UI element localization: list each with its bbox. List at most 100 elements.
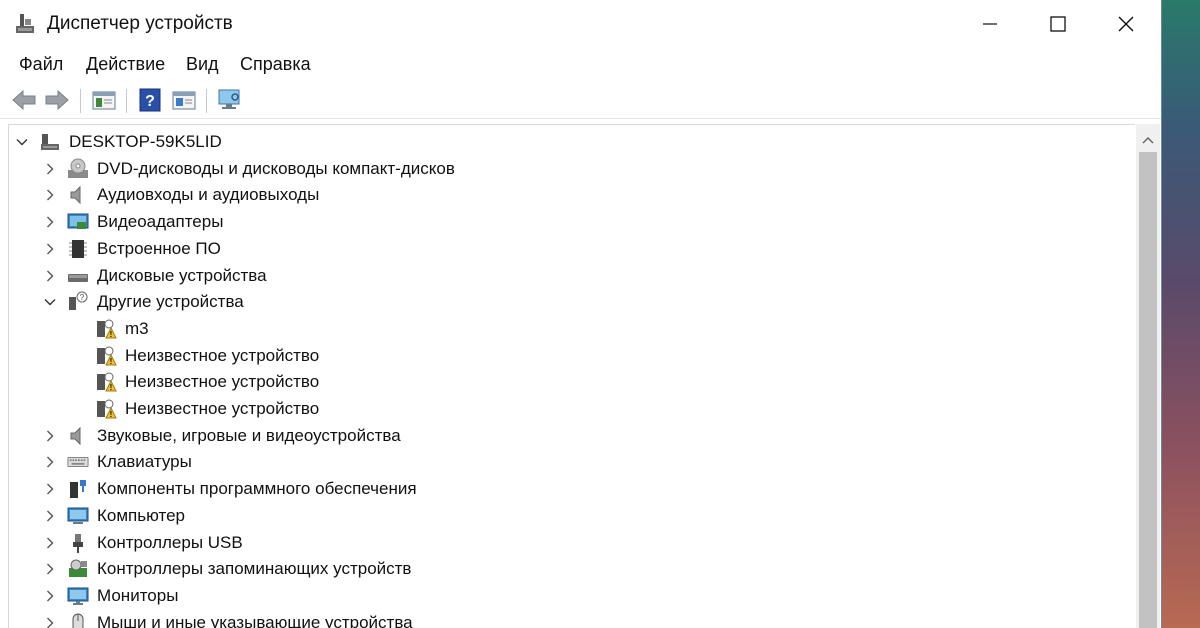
tree-item-label: Встроенное ПО bbox=[97, 238, 221, 258]
tree-item-label: Клавиатуры bbox=[97, 452, 192, 472]
properties-panel-icon bbox=[92, 91, 116, 110]
tree-category-item[interactable]: Звуковые, игровые и видеоустройства bbox=[9, 423, 1119, 449]
toolbar-separator bbox=[80, 89, 81, 113]
chevron-down-icon[interactable] bbox=[15, 135, 29, 149]
tree-category-item[interactable]: DVD-дисководы и дисководы компакт-дисков bbox=[9, 156, 1119, 182]
toolbar-separator bbox=[206, 89, 207, 113]
chevron-right-icon[interactable] bbox=[43, 482, 57, 496]
chevron-right-icon[interactable] bbox=[43, 188, 57, 202]
toolbar-separator bbox=[126, 89, 127, 113]
chevron-right-icon[interactable] bbox=[43, 536, 57, 550]
chevron-right-icon[interactable] bbox=[43, 562, 57, 576]
close-button[interactable] bbox=[1092, 0, 1160, 48]
tree-category-item[interactable]: Компьютер bbox=[9, 503, 1119, 529]
title-bar[interactable]: Диспетчер устройств bbox=[0, 0, 1161, 48]
unknown-device-warning-icon: ! bbox=[95, 371, 117, 393]
tree-category-item[interactable]: Мониторы bbox=[9, 583, 1119, 609]
tree-category-item[interactable]: Видеоадаптеры bbox=[9, 209, 1119, 235]
back-icon bbox=[12, 89, 36, 111]
svg-text:?: ? bbox=[145, 93, 155, 110]
scroll-up-button[interactable] bbox=[1136, 130, 1160, 150]
tree-category-item[interactable]: ? Другие устройства bbox=[9, 289, 1119, 315]
forward-button[interactable] bbox=[43, 86, 71, 114]
help-icon: ? bbox=[139, 88, 161, 112]
chevron-right-icon[interactable] bbox=[43, 242, 57, 256]
device-tree[interactable]: DESKTOP-59K5LID DVD-дисководы и дисководы… bbox=[8, 124, 1135, 628]
other-devices-icon: ? bbox=[67, 291, 89, 313]
tree-item-label: Компьютер bbox=[97, 505, 185, 525]
chevron-right-icon[interactable] bbox=[43, 509, 57, 523]
tree-item-label: Неизвестное устройство bbox=[125, 372, 320, 392]
tree-device-item[interactable]: ! Неизвестное устройство bbox=[9, 343, 1119, 369]
storage-controller-icon bbox=[67, 558, 89, 580]
device-view-button[interactable] bbox=[170, 86, 198, 114]
menu-help[interactable]: Справка bbox=[240, 54, 311, 75]
svg-text:?: ? bbox=[80, 293, 85, 302]
tree-category-item[interactable]: Контроллеры запоминающих устройств bbox=[9, 556, 1119, 582]
vertical-scrollbar[interactable] bbox=[1136, 124, 1160, 628]
menu-view[interactable]: Вид bbox=[186, 54, 219, 75]
tree-item-label: Дисковые устройства bbox=[97, 265, 267, 285]
software-component-icon bbox=[67, 478, 89, 500]
svg-text:!: ! bbox=[110, 357, 113, 366]
chevron-down-icon[interactable] bbox=[43, 295, 57, 309]
computer-icon bbox=[67, 505, 89, 527]
computer-root-icon bbox=[39, 131, 61, 153]
help-button[interactable]: ? bbox=[136, 86, 164, 114]
tree-item-label: Неизвестное устройство bbox=[125, 345, 320, 365]
tree-category-item[interactable]: Дисковые устройства bbox=[9, 263, 1119, 289]
chevron-right-icon[interactable] bbox=[43, 429, 57, 443]
tree-category-item[interactable]: Клавиатуры bbox=[9, 449, 1119, 475]
tree-category-item[interactable]: Компоненты программного обеспечения bbox=[9, 476, 1119, 502]
tree-item-label: Мыши и иные указывающие устройства bbox=[97, 612, 413, 628]
maximize-icon bbox=[1050, 16, 1066, 32]
dvd-drive-icon bbox=[67, 158, 89, 180]
maximize-button[interactable] bbox=[1024, 0, 1092, 48]
unknown-device-warning-icon: ! bbox=[95, 398, 117, 420]
desktop-background bbox=[1162, 0, 1200, 628]
tree-category-item[interactable]: Мыши и иные указывающие устройства bbox=[9, 610, 1119, 628]
forward-icon bbox=[45, 89, 69, 111]
chevron-right-icon[interactable] bbox=[43, 162, 57, 176]
menu-action[interactable]: Действие bbox=[86, 54, 165, 75]
minimize-button[interactable] bbox=[956, 0, 1024, 48]
firmware-chip-icon bbox=[67, 238, 89, 260]
window-title: Диспетчер устройств bbox=[47, 13, 233, 34]
tree-category-item[interactable]: Встроенное ПО bbox=[9, 236, 1119, 262]
chevron-right-icon[interactable] bbox=[43, 616, 57, 628]
tree-item-label: DVD-дисководы и дисководы компакт-дисков bbox=[97, 158, 455, 178]
tree-item-label: Видеоадаптеры bbox=[97, 212, 224, 232]
tree-item-label: Другие устройства bbox=[97, 292, 244, 312]
scan-hardware-button[interactable] bbox=[216, 86, 244, 114]
device-view-icon bbox=[172, 91, 196, 110]
menu-bar: Файл Действие Вид Справка bbox=[0, 48, 1161, 80]
tree-root-node[interactable]: DESKTOP-59K5LID bbox=[9, 129, 1119, 155]
tree-item-label: Аудиовходы и аудиовыходы bbox=[97, 185, 320, 205]
tree-item-label: m3 bbox=[125, 318, 149, 338]
monitor-icon bbox=[67, 585, 89, 607]
chevron-up-icon bbox=[1142, 136, 1154, 144]
speaker-icon bbox=[67, 184, 89, 206]
scrollbar-thumb[interactable] bbox=[1139, 152, 1157, 628]
sound-icon bbox=[67, 425, 89, 447]
back-button[interactable] bbox=[10, 86, 38, 114]
svg-text:!: ! bbox=[110, 330, 113, 339]
tree-item-label: Звуковые, игровые и видеоустройства bbox=[97, 425, 401, 445]
menu-file[interactable]: Файл bbox=[19, 54, 63, 75]
minimize-icon bbox=[983, 23, 997, 25]
chevron-right-icon[interactable] bbox=[43, 455, 57, 469]
tree-device-item[interactable]: ! Неизвестное устройство bbox=[9, 396, 1119, 422]
tree-item-label: Контроллеры USB bbox=[97, 532, 243, 552]
tree-category-item[interactable]: Аудиовходы и аудиовыходы bbox=[9, 182, 1119, 208]
tree-category-item[interactable]: Контроллеры USB bbox=[9, 530, 1119, 556]
disk-drive-icon bbox=[67, 265, 89, 287]
tree-item-label: DESKTOP-59K5LID bbox=[69, 132, 222, 151]
chevron-right-icon[interactable] bbox=[43, 589, 57, 603]
chevron-right-icon[interactable] bbox=[43, 215, 57, 229]
properties-panel-button[interactable] bbox=[90, 86, 118, 114]
tree-device-item[interactable]: ! m3 bbox=[9, 316, 1119, 342]
tree-device-item[interactable]: ! Неизвестное устройство bbox=[9, 369, 1119, 395]
usb-icon bbox=[67, 532, 89, 554]
chevron-right-icon[interactable] bbox=[43, 269, 57, 283]
tree-item-label: Компоненты программного обеспечения bbox=[97, 479, 417, 499]
